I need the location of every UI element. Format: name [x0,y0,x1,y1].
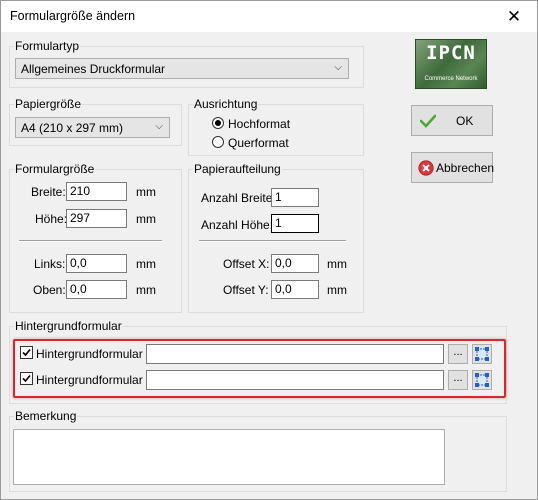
hintergrund-2-input[interactable] [146,370,444,390]
chevron-down-icon: ⌵ [155,121,163,132]
offset-x-label: Offset X: [223,257,270,271]
offset-x-input[interactable]: 0,0 [271,254,319,273]
formulartyp-select[interactable]: Allgemeines Druckformular ⌵ [15,58,349,79]
hoehe-unit: mm [136,212,156,226]
hoehe-label: Höhe: [35,212,68,226]
cancel-label: Abbrechen [436,161,495,175]
ok-label: OK [456,114,474,128]
links-unit: mm [136,257,156,271]
group-label-bemerkung: Bemerkung [14,409,78,423]
close-icon[interactable]: ✕ [491,1,537,32]
breite-label: Breite: [31,185,66,199]
radio-label-querformat: Querformat [228,136,289,150]
anzahl-breite-input[interactable]: 1 [271,188,319,207]
radio-label-hochformat: Hochformat [228,117,291,131]
hintergrund-1-input[interactable] [146,344,444,364]
hintergrund-1-select-area-button[interactable] [472,344,492,364]
hintergrund-1-label: Hintergrundformular 1 [36,347,153,361]
offset-y-unit: mm [327,283,347,297]
window-title: Formulargröße ändern [10,9,136,23]
breite-unit: mm [136,185,156,199]
select-area-icon [475,373,489,387]
group-label-formulargroesse: Formulargröße [14,162,96,176]
group-label-papieraufteilung: Papieraufteilung [193,162,282,176]
anzahl-hoehe-label: Anzahl Höhe: [201,218,274,232]
title-bar: Formulargröße ändern ✕ [1,1,537,32]
breite-input[interactable]: 210 [66,182,127,201]
group-label-formulartyp: Formulartyp [14,39,81,53]
offset-y-input[interactable]: 0,0 [271,280,319,299]
anzahl-breite-label: Anzahl Breite: [201,191,276,205]
hoehe-input[interactable]: 297 [66,209,127,228]
separator [199,240,346,242]
offset-y-label: Offset Y: [223,283,269,297]
separator [19,240,162,242]
cancel-icon [418,160,434,176]
ipcn-logo: IPCN Commerce Network [415,39,487,89]
checkmark-icon [420,114,436,128]
offset-x-unit: mm [327,257,347,271]
oben-unit: mm [136,283,156,297]
radio-hochformat[interactable] [212,117,224,129]
chevron-down-icon: ⌵ [334,62,342,73]
hintergrund-2-checkbox[interactable] [20,372,33,385]
hintergrund-1-checkbox[interactable] [20,346,33,359]
oben-label: Oben: [33,283,66,297]
group-label-papiergroesse: Papiergröße [14,97,83,111]
checkmark-icon [22,348,31,357]
cancel-button[interactable]: Abbrechen [411,152,495,183]
papiergroesse-select[interactable]: A4 (210 x 297 mm) ⌵ [15,117,170,138]
group-label-hintergrund: Hintergrundformular [14,319,123,333]
dialog-window: Formulargröße ändern ✕ Formulartyp Allge… [0,0,538,500]
hintergrund-2-browse-button[interactable]: ... [448,370,468,390]
logo-subtext: Commerce Network [424,76,478,82]
oben-input[interactable]: 0,0 [66,280,127,299]
logo-text: IPCN [426,42,476,64]
hintergrund-1-browse-button[interactable]: ... [448,344,468,364]
links-input[interactable]: 0,0 [66,254,127,273]
formulartyp-value: Allgemeines Druckformular [21,62,166,76]
hintergrund-2-label: Hintergrundformular 2 [36,373,153,387]
group-label-ausrichtung: Ausrichtung [193,97,259,111]
select-area-icon [475,347,489,361]
hintergrund-2-select-area-button[interactable] [472,370,492,390]
radio-querformat[interactable] [212,136,224,148]
bemerkung-textarea[interactable] [13,429,445,485]
checkmark-icon [22,374,31,383]
papiergroesse-value: A4 (210 x 297 mm) [21,121,124,135]
ok-button[interactable]: OK [411,105,493,136]
links-label: Links: [34,257,66,271]
anzahl-hoehe-input[interactable]: 1 [271,214,319,233]
